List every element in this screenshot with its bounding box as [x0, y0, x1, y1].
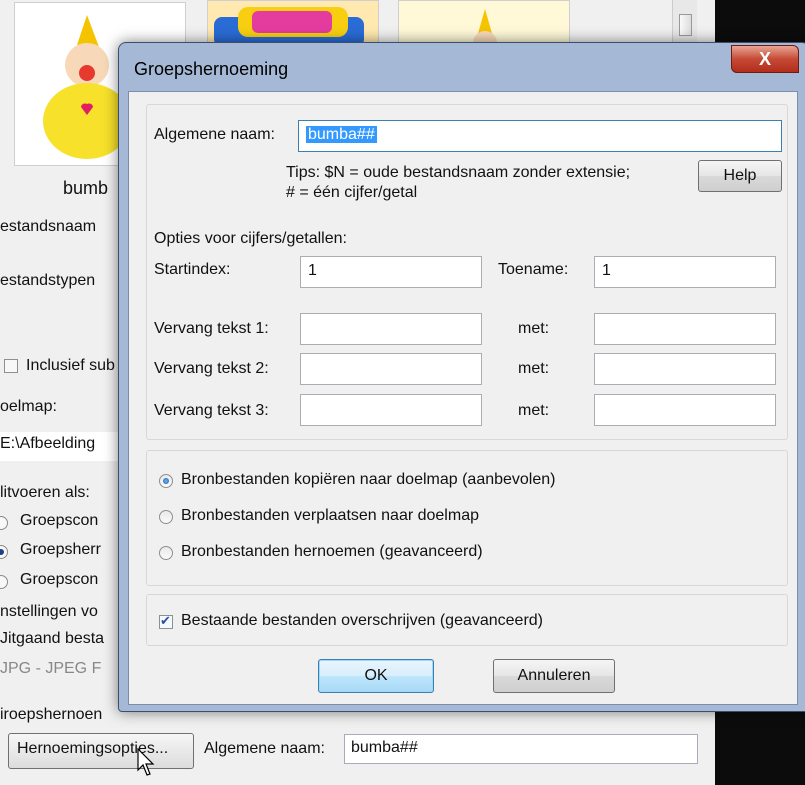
- dialog-titlebar[interactable]: Groepshernoeming X: [119, 43, 805, 91]
- radio-groepsherr[interactable]: [0, 545, 8, 559]
- startindex-input[interactable]: 1: [300, 256, 482, 288]
- overwrite-checkbox[interactable]: [159, 613, 173, 629]
- toename-label: Toename:: [498, 261, 569, 278]
- label-groepshernoem: iroepshernoen: [0, 706, 103, 723]
- cancel-button[interactable]: Annuleren: [493, 659, 615, 693]
- radio-kopieren-label[interactable]: Bronbestanden kopiëren naar doelmap (aan…: [181, 471, 555, 489]
- name-label: Algemene naam:: [154, 126, 275, 143]
- label-bestandstypen: estandstypen: [0, 272, 96, 289]
- inclusief-checkbox[interactable]: [4, 359, 18, 373]
- path-field[interactable]: E:\Afbeelding: [0, 432, 118, 461]
- tips-line-1: Tips: $N = oude bestandsnaam zonder exte…: [286, 164, 631, 181]
- thumbnail-caption: bumb: [63, 178, 109, 198]
- radio-hernoemen-label[interactable]: Bronbestanden hernoemen (geavanceerd): [181, 543, 483, 561]
- close-button[interactable]: X: [731, 45, 799, 73]
- startindex-label: Startindex:: [154, 261, 231, 278]
- dialog-title: Groepshernoeming: [134, 59, 289, 79]
- label-uitvoeren: litvoeren als:: [0, 484, 90, 501]
- replace-label-1: Vervang tekst 1:: [154, 320, 269, 337]
- replace-input-2[interactable]: [300, 353, 482, 385]
- help-button[interactable]: Help: [698, 160, 782, 192]
- label-inclusief: Inclusief sub: [26, 357, 115, 374]
- overwrite-label[interactable]: Bestaande bestanden overschrijven (geava…: [181, 612, 543, 630]
- bottom-algemene-input[interactable]: bumba##: [344, 734, 698, 764]
- mouse-cursor-icon: [137, 748, 155, 776]
- replace-with-input-3[interactable]: [594, 394, 776, 426]
- met-label-2: met:: [518, 360, 550, 377]
- dialog-client: Algemene naam: bumba## Tips: $N = oude b…: [128, 91, 798, 705]
- scrollbar-grip[interactable]: [679, 14, 692, 36]
- label-groeps3: Groepscon: [20, 571, 99, 588]
- label-instellingen: nstellingen vo: [0, 603, 98, 620]
- label-bestandsnaam: estandsnaam: [0, 218, 97, 235]
- tips-line-2: # = één cijfer/getal: [286, 184, 418, 201]
- radio-verplaatsen[interactable]: [159, 510, 173, 524]
- radio-kopieren[interactable]: [159, 474, 173, 488]
- hernoemingsopties-button[interactable]: Hernoemingsopties...: [8, 733, 194, 769]
- label-groeps1: Groepscon: [20, 512, 99, 529]
- radio-groepscon-2[interactable]: [0, 575, 8, 589]
- radio-verplaatsen-label[interactable]: Bronbestanden verplaatsen naar doelmap: [181, 507, 479, 525]
- replace-label-2: Vervang tekst 2:: [154, 360, 269, 377]
- ok-button[interactable]: OK: [318, 659, 434, 693]
- radio-hernoemen[interactable]: [159, 546, 173, 560]
- label-groeps2: Groepsherr: [20, 541, 101, 558]
- bottom-algemene-label: Algemene naam:: [204, 740, 325, 757]
- name-input-value: bumba##: [306, 126, 377, 143]
- options-heading: Opties voor cijfers/getallen:: [154, 230, 347, 247]
- label-uitgaand: Jitgaand besta: [0, 630, 105, 647]
- replace-with-input-1[interactable]: [594, 313, 776, 345]
- groepshernoeming-dialog: Groepshernoeming X Algemene naam: bumba#…: [118, 42, 805, 712]
- toename-input[interactable]: 1: [594, 256, 776, 288]
- name-input[interactable]: bumba##: [298, 120, 782, 152]
- replace-input-1[interactable]: [300, 313, 482, 345]
- met-label-1: met:: [518, 320, 550, 337]
- format-select[interactable]: JPG - JPEG F: [0, 660, 101, 678]
- replace-with-input-2[interactable]: [594, 353, 776, 385]
- radio-groepscon-1[interactable]: [0, 516, 8, 530]
- replace-input-3[interactable]: [300, 394, 482, 426]
- replace-label-3: Vervang tekst 3:: [154, 402, 269, 419]
- label-doelmap: oelmap:: [0, 398, 57, 415]
- met-label-3: met:: [518, 402, 550, 419]
